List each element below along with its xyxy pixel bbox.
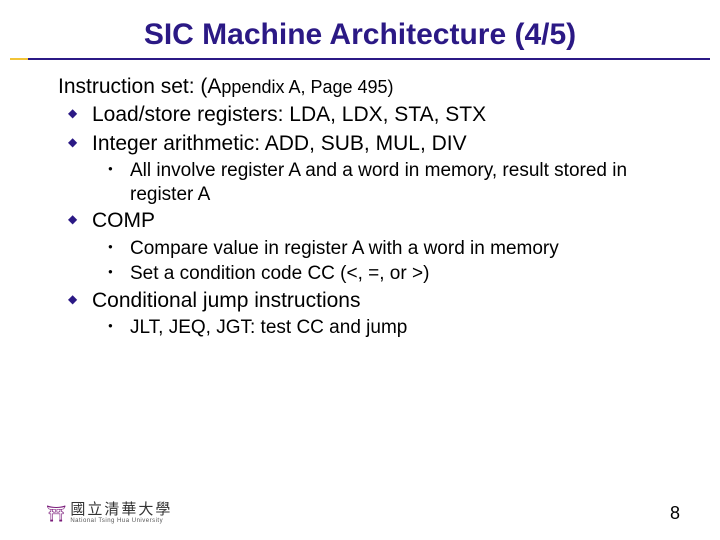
bullet-loadstore: Load/store registers: LDA, LDX, STA, STX xyxy=(58,102,664,128)
subbullet-text: All involve register A and a word in mem… xyxy=(130,160,627,205)
subbullet-text: JLT, JEQ, JGT: test CC and jump xyxy=(130,317,407,338)
page-title: SIC Machine Architecture (4/5) xyxy=(0,0,720,58)
subbullet-intarith: All involve register A and a word in mem… xyxy=(58,159,664,207)
bullet-text: Integer arithmetic: ADD, SUB, MUL, DIV xyxy=(92,132,467,155)
page-number: 8 xyxy=(670,503,680,524)
subbullet-comp-2: Set a condition code CC (<, =, or >) xyxy=(58,262,664,286)
bullet-intarith: Integer arithmetic: ADD, SUB, MUL, DIV xyxy=(58,131,664,157)
bullet-comp: COMP xyxy=(58,208,664,234)
subbullet-condjump: JLT, JEQ, JGT: test CC and jump xyxy=(58,316,664,340)
bullet-condjump: Conditional jump instructions xyxy=(58,288,664,314)
logo-en: National Tsing Hua University xyxy=(70,518,172,524)
lead-text-b: ppendix A, Page 495) xyxy=(221,77,393,97)
content-area: Instruction set: (Appendix A, Page 495) … xyxy=(0,74,720,340)
slide: SIC Machine Architecture (4/5) Instructi… xyxy=(0,0,720,540)
subbullet-text: Set a condition code CC (<, =, or >) xyxy=(130,263,429,284)
footer: ⛩ 國立清華大學 National Tsing Hua University 8 xyxy=(0,503,720,524)
logo-text: 國立清華大學 National Tsing Hua University xyxy=(70,503,172,524)
subbullet-comp-1: Compare value in register A with a word … xyxy=(58,237,664,261)
logo-mark-icon: ⛩ xyxy=(46,504,64,524)
lead-text-a: Instruction set: (A xyxy=(58,75,221,98)
footer-logo: ⛩ 國立清華大學 National Tsing Hua University xyxy=(46,503,172,524)
subbullet-text: Compare value in register A with a word … xyxy=(130,238,559,259)
lead-line: Instruction set: (Appendix A, Page 495) xyxy=(58,74,664,100)
logo-cn: 國立清華大學 xyxy=(70,503,172,518)
title-underline xyxy=(10,58,710,60)
bullet-text: Load/store registers: LDA, LDX, STA, STX xyxy=(92,103,486,126)
bullet-text: Conditional jump instructions xyxy=(92,289,360,312)
bullet-text: COMP xyxy=(92,209,155,232)
